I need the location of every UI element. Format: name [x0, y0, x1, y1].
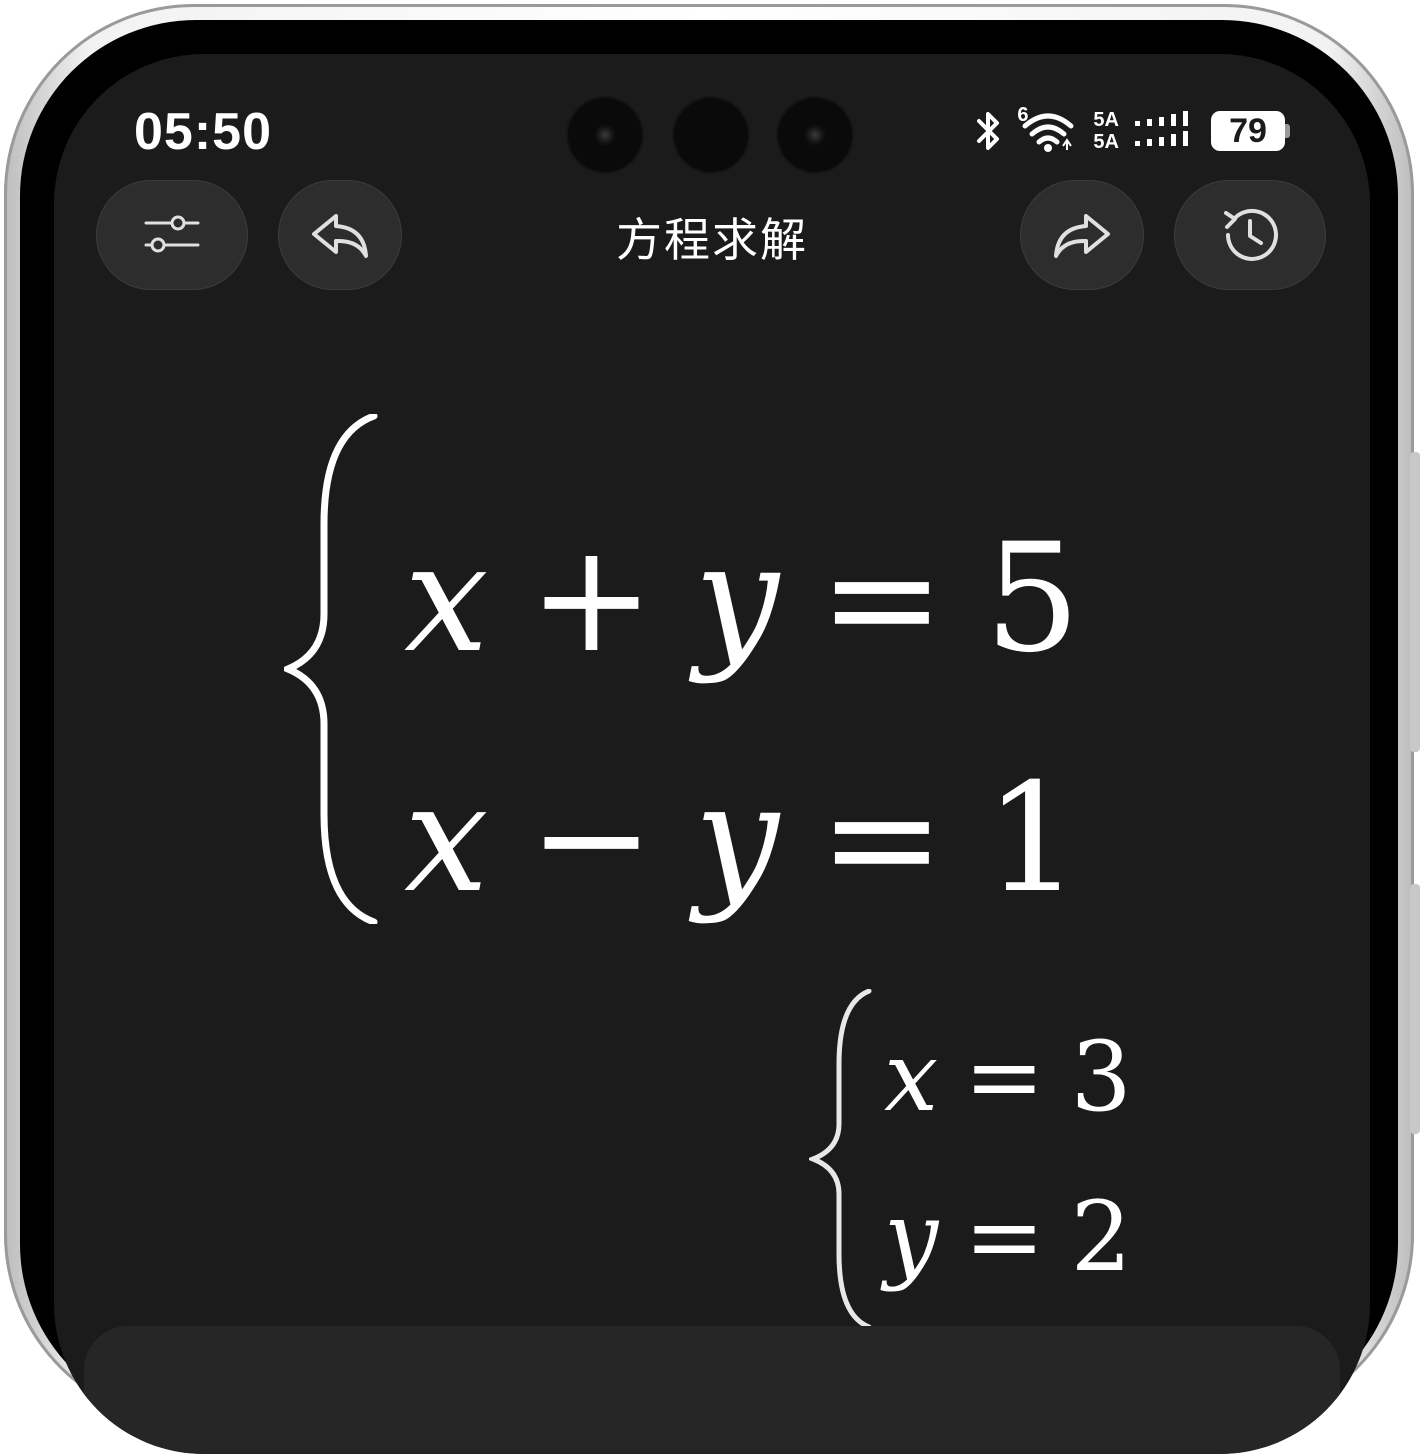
eq2-equals: =	[819, 752, 945, 926]
battery-icon: 79	[1211, 111, 1290, 151]
eq2-rhs: 1	[984, 752, 1081, 926]
eq1-equals: =	[819, 512, 945, 686]
solution-x-var: x	[884, 1021, 939, 1133]
page-title: 方程求解	[616, 213, 808, 267]
camera-right-icon	[778, 98, 852, 172]
camera-left-icon	[568, 98, 642, 172]
side-button	[1410, 884, 1420, 1134]
side-button	[1410, 452, 1420, 752]
solution-y-equals: =	[964, 1181, 1045, 1293]
solution-row-y: y = 2	[884, 1181, 1132, 1293]
equation-row-1: x + y = 5	[404, 512, 1080, 686]
equation-system[interactable]: x + y = 5 x − y = 1	[284, 414, 1104, 926]
net-bottom-label: 5A	[1093, 131, 1119, 153]
network-labels: 5A 5A	[1093, 109, 1119, 153]
signal-bars-icon	[1135, 111, 1188, 146]
camera-center-icon	[674, 98, 748, 172]
solution-x-equals: =	[964, 1021, 1045, 1133]
eq1-operator: +	[528, 512, 655, 686]
eq1-rhs: 5	[984, 512, 1081, 686]
redo-icon	[1054, 214, 1110, 258]
solution-y-value: 2	[1070, 1181, 1132, 1293]
solution-row-x: x = 3	[884, 1021, 1132, 1133]
eq2-operator: −	[528, 752, 655, 926]
solution-y-var: y	[884, 1181, 939, 1293]
left-brace-icon	[284, 414, 378, 924]
history-button[interactable]	[1174, 180, 1326, 290]
eq1-var-b: y	[694, 512, 780, 686]
bluetooth-icon	[977, 112, 1000, 150]
phone-frame: 05:50 6 5A 5A 79 方程求解 x + y = 5 x − y = …	[4, 4, 1420, 1454]
equation-row-2: x − y = 1	[404, 752, 1080, 926]
eq2-var-a: x	[404, 752, 489, 926]
net-top-label: 5A	[1093, 109, 1119, 131]
solution-result: x = 3 y = 2	[809, 989, 1169, 1329]
status-icons: 6 5A 5A 79	[973, 104, 1290, 156]
screen: 05:50 6 5A 5A 79 方程求解 x + y = 5 x − y = …	[54, 54, 1370, 1454]
wifi-icon: 6	[1017, 104, 1079, 156]
battery-level: 79	[1211, 111, 1285, 151]
redo-button[interactable]	[1020, 180, 1144, 290]
history-icon	[1224, 208, 1278, 261]
eq1-var-a: x	[404, 512, 489, 686]
bottom-panel	[84, 1326, 1340, 1454]
eq2-var-b: y	[694, 752, 780, 926]
solution-brace-icon	[809, 989, 872, 1329]
status-time: 05:50	[134, 103, 272, 161]
solution-x-value: 3	[1070, 1021, 1132, 1133]
